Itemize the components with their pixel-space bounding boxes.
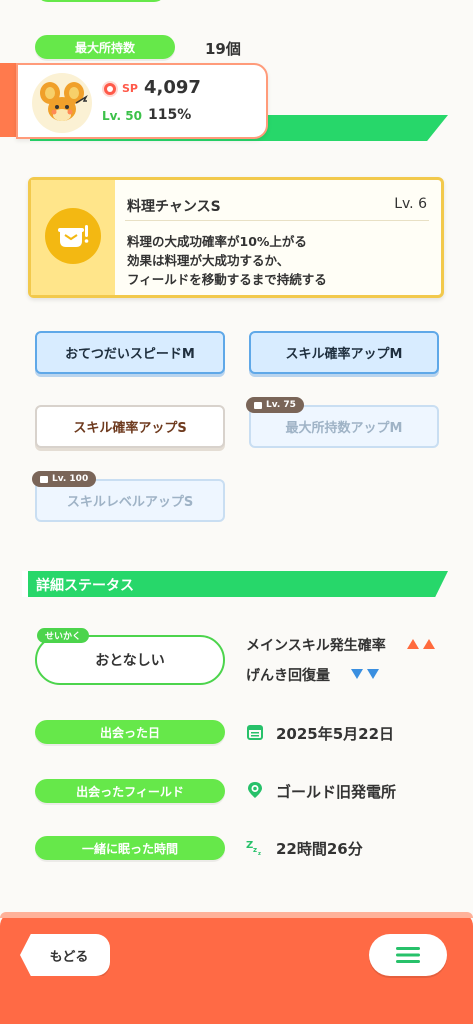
sp-label: SP [122, 82, 138, 95]
nature-up-effect: メインスキル発生確率 [246, 638, 386, 654]
svg-text:z: z [253, 846, 257, 854]
skill-desc-line: フィールドを移動するまで持続する [127, 272, 327, 287]
sub-skill-button[interactable]: おてつだいスピードM [35, 331, 225, 374]
max-storage-label-text: 最大所持数 [74, 40, 135, 55]
calendar-icon [247, 725, 263, 740]
main-skill-level: Lv. 6 [394, 196, 427, 212]
sp-value: 4,097 [144, 77, 201, 98]
detail-section-title: 詳細ステータス [36, 578, 134, 594]
sub-skill-button[interactable]: スキル確率アップM [249, 331, 439, 374]
dedenne-icon [40, 82, 88, 121]
skill-icon-panel [31, 180, 115, 295]
sub-skill-label: 最大所持数アップM [285, 421, 403, 436]
pokeball-icon [102, 81, 118, 97]
max-storage-label: 最大所持数 [35, 35, 175, 59]
met-date-value: 2025年5月22日 [276, 725, 395, 743]
lock-icon [254, 401, 262, 409]
menu-button[interactable] [369, 934, 447, 976]
lock-level-tag: Lv. 100 [32, 471, 97, 487]
lock-level-tag: Lv. 75 [246, 397, 304, 413]
pokemon-level: Lv. 50 [102, 109, 142, 123]
main-skill-description: 料理の大成功確率が10%上がる 効果は料理が大成功するか、 フィールドを移動する… [127, 232, 327, 289]
slept-time-label: 一緒に眠った時間 [35, 836, 225, 860]
up-arrows-icon [407, 639, 435, 649]
met-date-label-text: 出会った日 [99, 725, 160, 740]
nature-value: おとなしい [95, 653, 165, 669]
back-button-label: もどる [49, 949, 89, 965]
slept-time-value: 22時間26分 [276, 840, 363, 858]
met-field-value: ゴールド旧発電所 [276, 783, 397, 801]
met-field-label-text: 出会ったフィールド [76, 784, 184, 799]
lock-level-text: Lv. 100 [52, 474, 89, 484]
hamburger-menu-icon [396, 947, 420, 963]
pokemon-percent: 115% [148, 107, 192, 123]
lock-level-text: Lv. 75 [266, 400, 296, 410]
sub-skill-button[interactable]: スキル確率アップS [35, 405, 225, 448]
nature-down-effect: げんき回復量 [246, 668, 330, 684]
main-skill-name: 料理チャンスS [127, 199, 221, 215]
sub-skill-label: おてつだいスピードM [65, 347, 195, 362]
skill-divider [125, 220, 429, 221]
back-button[interactable]: もどる [20, 934, 110, 976]
nature-tag: せいかく [37, 628, 90, 643]
pokemon-avatar [32, 73, 92, 133]
main-skill-card[interactable]: 料理チャンスS Lv. 6 料理の大成功確率が10%上がる 効果は料理が大成功す… [28, 177, 444, 298]
skill-desc-line: 料理の大成功確率が10%上がる [127, 234, 307, 249]
down-arrows-icon [351, 669, 379, 679]
pokemon-card[interactable]: SP 4,097 Lv. 50 115% [16, 63, 268, 139]
skill-desc-line: 効果は料理が大成功するか、 [127, 253, 290, 268]
cooking-pot-icon [45, 208, 101, 264]
sub-skill-label: スキル確率アップS [73, 421, 187, 436]
svg-text:z: z [258, 851, 261, 856]
sleep-zzz-icon: Z z z [246, 840, 261, 856]
location-pin-icon [248, 782, 262, 798]
met-field-label: 出会ったフィールド [35, 779, 225, 803]
lock-icon [40, 475, 48, 483]
max-storage-value: 19個 [205, 40, 241, 58]
sub-skill-label: スキルレベルアップS [66, 495, 194, 510]
slept-time-label-text: 一緒に眠った時間 [81, 841, 178, 856]
sub-skill-label: スキル確率アップM [285, 347, 403, 362]
met-date-label: 出会った日 [35, 720, 225, 744]
top-stub-bar [36, 0, 166, 2]
